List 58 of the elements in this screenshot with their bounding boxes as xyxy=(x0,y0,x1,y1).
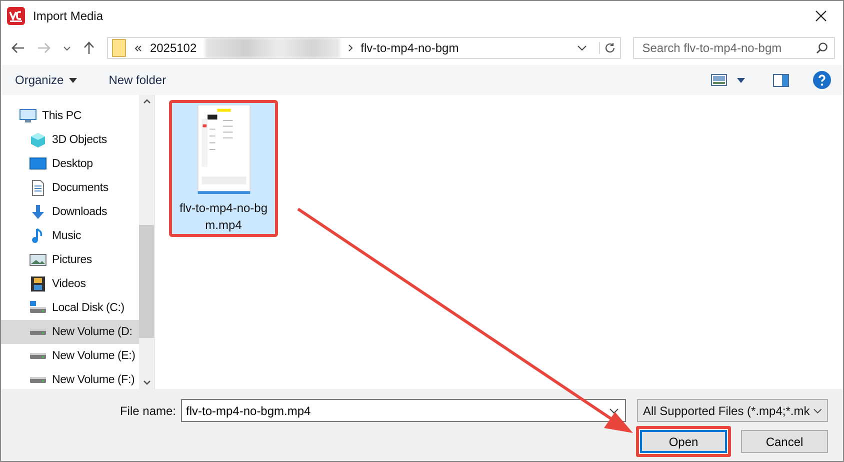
caret-icon xyxy=(812,408,822,414)
drive-icon xyxy=(29,377,47,383)
drive-icon xyxy=(29,353,47,359)
path-segment[interactable]: flv-to-mp4-no-bgm xyxy=(360,41,459,55)
sidebar-item[interactable]: Local Disk (C:) xyxy=(1,296,139,320)
film-icon xyxy=(29,276,47,292)
file-name: flv-to-mp4-no-bgm.mp4 xyxy=(178,200,269,234)
address-bar[interactable]: 2025102 flv-to-mp4-no-bgm xyxy=(106,37,622,59)
sidebar-item[interactable]: New Volume (F:) xyxy=(1,368,139,389)
chevron-icon xyxy=(348,44,353,52)
cancel-button[interactable]: Cancel xyxy=(741,430,828,453)
file-type-dropdown[interactable]: All Supported Files (*.mp4;*.mk xyxy=(637,399,828,422)
drive-icon xyxy=(29,329,47,335)
organize-button[interactable]: Organize xyxy=(9,69,83,91)
caret-icon[interactable] xyxy=(737,78,745,82)
scroll-up-icon[interactable] xyxy=(142,99,150,104)
caret-icon[interactable] xyxy=(577,45,588,51)
file-item[interactable]: flv-to-mp4-no-bgm.mp4 xyxy=(172,103,275,234)
sidebar-item[interactable]: New Volume (D: xyxy=(1,320,139,344)
sidebar-item[interactable]: 3D Objects xyxy=(1,128,139,152)
sidebar-item[interactable]: Downloads xyxy=(1,200,139,224)
close-icon[interactable] xyxy=(815,10,827,22)
sidebar-item[interactable]: Videos xyxy=(1,272,139,296)
picture-icon xyxy=(29,252,47,268)
document-icon xyxy=(29,180,47,196)
scroll-down-icon[interactable] xyxy=(142,380,150,385)
search-field[interactable]: Search flv-to-mp4-no-bgm xyxy=(633,37,835,59)
double-chevron-icon xyxy=(134,44,142,52)
preview-pane-icon[interactable] xyxy=(773,74,789,86)
open-button[interactable]: Open xyxy=(640,430,727,453)
back-arrow-icon[interactable] xyxy=(11,42,25,54)
scrollbar[interactable] xyxy=(139,95,154,389)
file-name-field[interactable]: flv-to-mp4-no-bgm.mp4 xyxy=(181,399,626,422)
sidebar-item[interactable]: Music xyxy=(1,224,139,248)
sidebar-item[interactable]: Pictures xyxy=(1,248,139,272)
app-logo-icon xyxy=(7,7,25,25)
sidebar-item[interactable]: New Volume (E:) xyxy=(1,344,139,368)
view-icon[interactable] xyxy=(711,74,727,86)
monitor-icon xyxy=(19,108,37,124)
new-folder-button[interactable]: New folder xyxy=(102,69,172,91)
file-name-label: File name: xyxy=(120,404,176,418)
up-arrow-icon[interactable] xyxy=(82,41,95,55)
help-icon[interactable] xyxy=(813,71,831,89)
search-icon xyxy=(816,42,828,54)
sidebar-item[interactable]: Desktop xyxy=(1,152,139,176)
down-arrow-icon xyxy=(29,204,47,220)
caret-icon[interactable] xyxy=(609,408,619,414)
folder-icon xyxy=(112,39,126,57)
refresh-icon[interactable] xyxy=(599,42,616,54)
window-title: Import Media xyxy=(33,9,104,23)
caret-icon xyxy=(68,78,77,82)
drive-icon xyxy=(29,300,47,316)
desktop-icon xyxy=(29,156,47,172)
sidebar-item[interactable]: Documents xyxy=(1,176,139,200)
caret-icon[interactable] xyxy=(62,46,71,50)
cube-icon xyxy=(29,132,47,148)
sidebar-item[interactable]: This PC xyxy=(1,104,139,128)
path-segment[interactable]: 2025102 xyxy=(150,41,197,55)
